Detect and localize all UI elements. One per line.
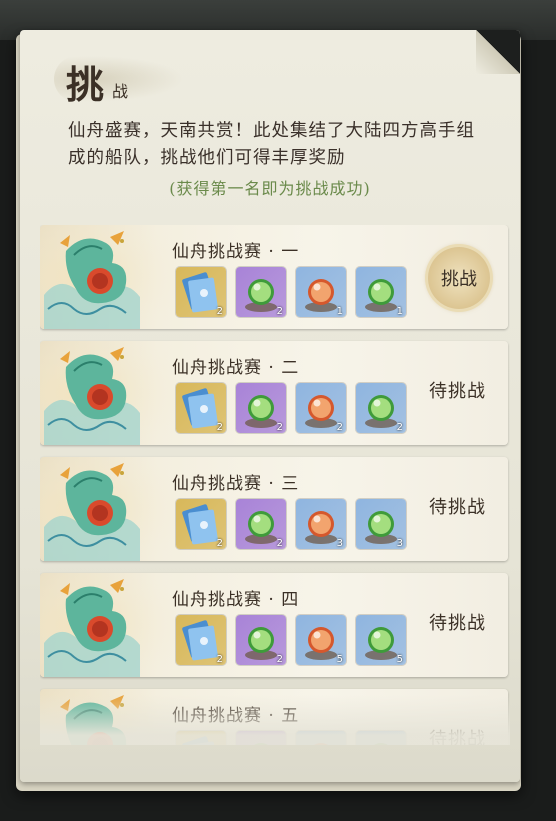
challenge-list[interactable]: 仙舟挑战赛 · 一 2 2 1 1 挑战 仙舟挑战赛 · 二 2 2 2 2 待… (40, 225, 510, 745)
reward-count: 3 (396, 538, 403, 549)
challenge-card[interactable]: 仙舟挑战赛 · 二 2 2 2 2 待挑战 (40, 341, 508, 445)
reward-count: 2 (276, 538, 283, 549)
reward-count: 2 (216, 538, 223, 549)
reward-count: 2 (276, 422, 283, 433)
reward-count: 2 (276, 306, 283, 317)
challenge-title: 仙舟挑战赛 · 三 (172, 474, 300, 494)
panel-title: 挑 战 (54, 48, 194, 108)
success-condition-note: (获得第一名即为挑战成功) (169, 179, 371, 198)
reward-item[interactable]: 2 (356, 383, 406, 433)
reward-item[interactable]: 5 (296, 615, 346, 665)
challenge-panel: 挑 战 仙舟盛赛，天南共赏！此处集结了大陆四方高手组成的船队，挑战他们可得丰厚奖… (20, 30, 520, 782)
list-bottom-fade (40, 695, 510, 745)
reward-count: 1 (336, 306, 343, 317)
reward-item[interactable]: 1 (356, 267, 406, 317)
reward-list: 2 2 2 2 (176, 383, 406, 433)
reward-list: 2 2 1 1 (176, 267, 406, 317)
reward-count: 5 (336, 654, 343, 665)
reward-item[interactable]: 2 (176, 499, 226, 549)
challenge-button[interactable]: 挑战 (428, 247, 490, 309)
reward-count: 2 (336, 422, 343, 433)
dragon-boat-illustration (40, 457, 190, 561)
reward-item[interactable]: 2 (236, 615, 286, 665)
reward-count: 3 (336, 538, 343, 549)
reward-item[interactable]: 2 (236, 499, 286, 549)
dragon-boat-illustration (40, 573, 190, 677)
reward-item[interactable]: 2 (176, 267, 226, 317)
reward-count: 2 (276, 654, 283, 665)
reward-count: 2 (396, 422, 403, 433)
reward-item[interactable]: 2 (296, 383, 346, 433)
reward-list: 2 2 3 3 (176, 499, 406, 549)
reward-count: 2 (216, 306, 223, 317)
reward-count: 5 (396, 654, 403, 665)
reward-count: 2 (216, 654, 223, 665)
title-main-char: 挑 (66, 62, 105, 107)
title-sub-char: 战 (112, 82, 129, 101)
challenge-card[interactable]: 仙舟挑战赛 · 一 2 2 1 1 挑战 (40, 225, 508, 329)
pending-status: 待挑战 (429, 613, 486, 634)
reward-item[interactable]: 5 (356, 615, 406, 665)
challenge-title: 仙舟挑战赛 · 四 (172, 590, 300, 610)
challenge-card[interactable]: 仙舟挑战赛 · 四 2 2 5 5 待挑战 (40, 573, 508, 677)
challenge-card[interactable]: 仙舟挑战赛 · 三 2 2 3 3 待挑战 (40, 457, 508, 561)
reward-item[interactable]: 3 (296, 499, 346, 549)
dragon-boat-illustration (40, 225, 190, 329)
reward-item[interactable]: 2 (176, 383, 226, 433)
intro-text: 仙舟盛赛，天南共赏！此处集结了大陆四方高手组成的船队，挑战他们可得丰厚奖励 (68, 121, 475, 168)
pending-status: 待挑战 (429, 381, 486, 402)
pending-status: 待挑战 (429, 497, 486, 518)
reward-item[interactable]: 2 (176, 615, 226, 665)
reward-list: 2 2 5 5 (176, 615, 406, 665)
dragon-boat-illustration (40, 341, 190, 445)
challenge-title: 仙舟挑战赛 · 二 (172, 358, 300, 378)
reward-count: 1 (396, 306, 403, 317)
reward-count: 2 (216, 422, 223, 433)
reward-item[interactable]: 2 (236, 383, 286, 433)
reward-item[interactable]: 3 (356, 499, 406, 549)
page-corner-fold (476, 30, 520, 74)
reward-item[interactable]: 2 (236, 267, 286, 317)
challenge-title: 仙舟挑战赛 · 一 (172, 242, 300, 262)
reward-item[interactable]: 1 (296, 267, 346, 317)
